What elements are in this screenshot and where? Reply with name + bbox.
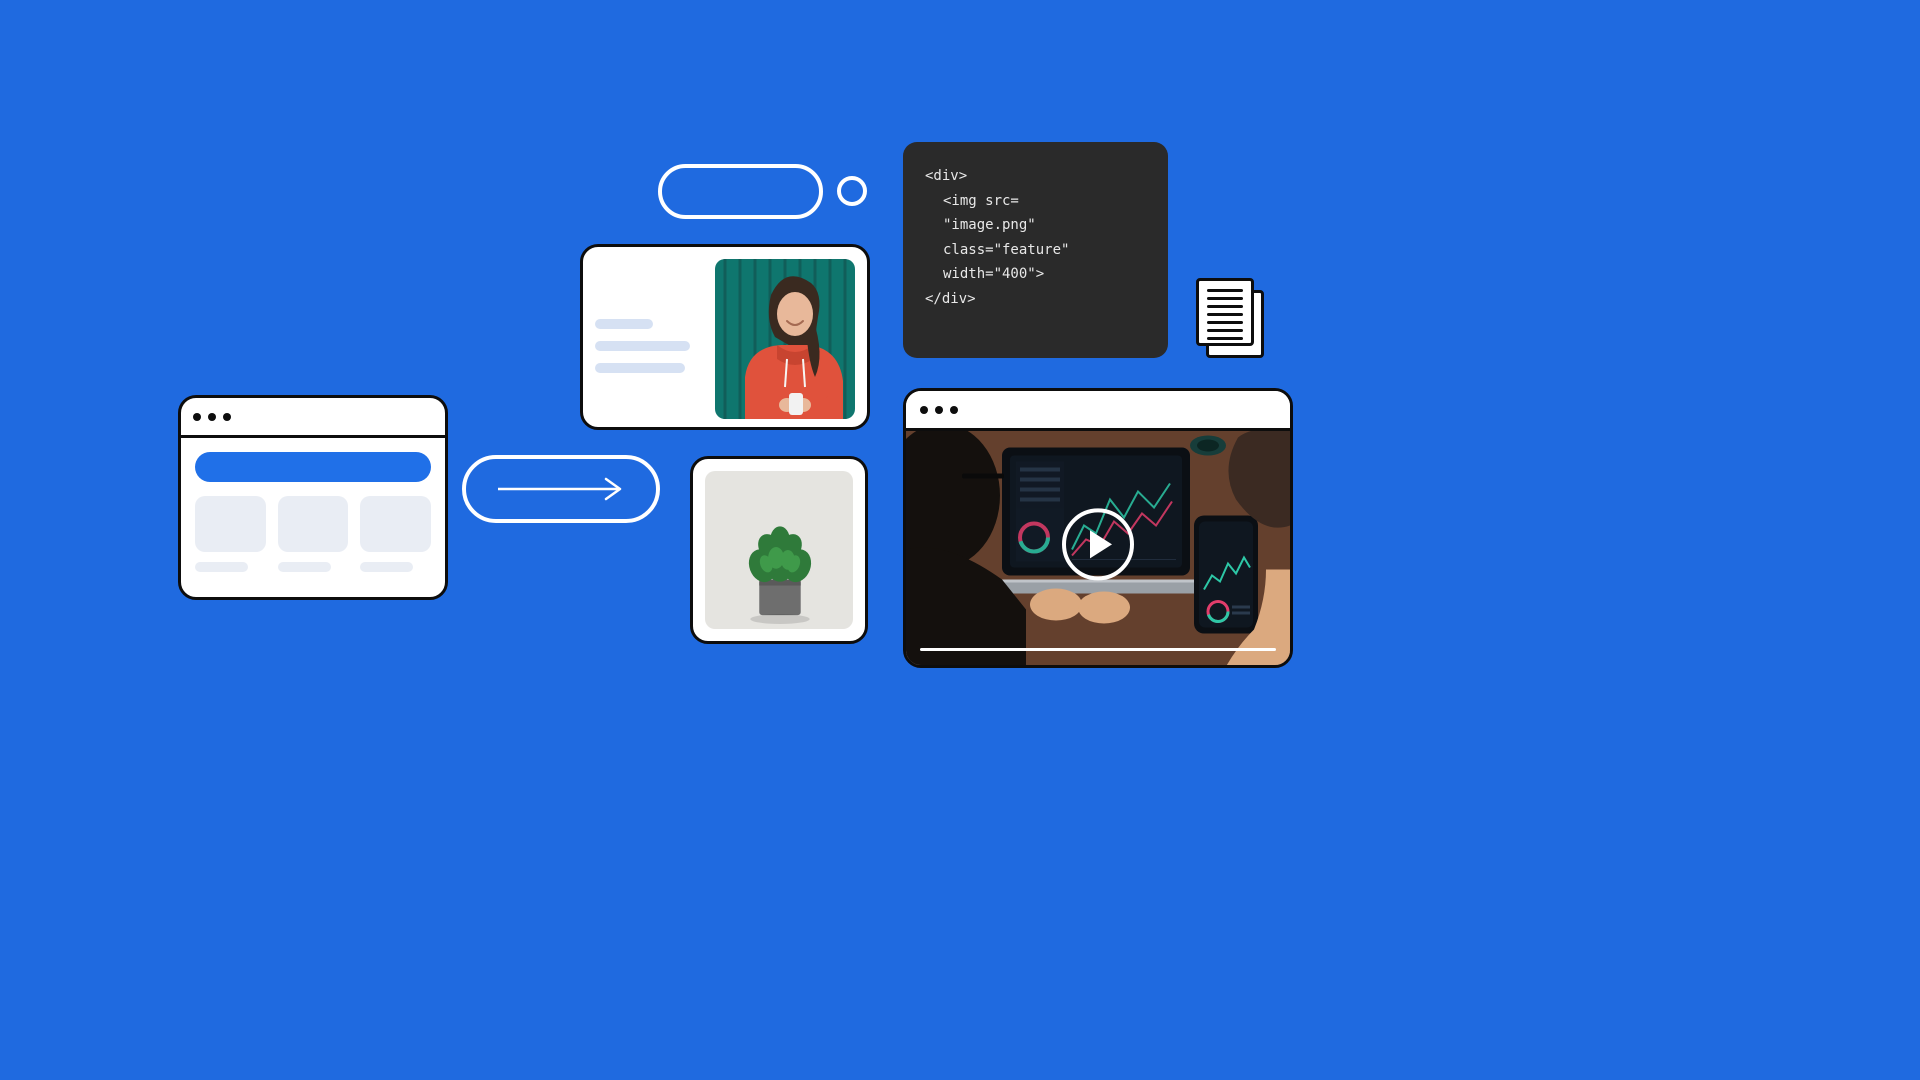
code-line: <div> bbox=[925, 164, 1146, 189]
window-dot-icon bbox=[208, 413, 216, 421]
code-line: </div> bbox=[925, 287, 1146, 312]
hero-placeholder bbox=[195, 452, 431, 482]
video-area bbox=[906, 431, 1290, 665]
play-button-icon bbox=[1062, 508, 1134, 580]
thumb-row bbox=[195, 496, 431, 572]
thumb-item bbox=[195, 496, 266, 572]
doc-line bbox=[1207, 297, 1243, 300]
code-snippet-card: <div> <img src= "image.png" class="featu… bbox=[903, 142, 1168, 358]
plant-illustration bbox=[705, 471, 853, 629]
image-inner bbox=[705, 471, 853, 629]
toggle-knob-shape bbox=[837, 176, 867, 206]
window-dot-icon bbox=[193, 413, 201, 421]
text-placeholder bbox=[595, 319, 653, 329]
toggle-pill-shape bbox=[658, 164, 823, 219]
window-titlebar bbox=[906, 391, 1290, 431]
thumb-item bbox=[278, 496, 349, 572]
window-dot-icon bbox=[935, 406, 943, 414]
content-photo bbox=[715, 259, 855, 419]
text-placeholder bbox=[595, 341, 690, 351]
window-dot-icon bbox=[950, 406, 958, 414]
thumb-text-placeholder bbox=[195, 562, 248, 572]
content-card bbox=[580, 244, 870, 430]
thumb-text-placeholder bbox=[360, 562, 413, 572]
person-photo-illustration bbox=[715, 259, 855, 419]
text-placeholder bbox=[595, 363, 685, 373]
video-browser bbox=[903, 388, 1293, 668]
browser-body bbox=[181, 438, 445, 586]
video-progress-bar bbox=[920, 648, 1276, 651]
code-line: <img src= bbox=[925, 189, 1146, 214]
thumb-image-placeholder bbox=[360, 496, 431, 552]
thumb-text-placeholder bbox=[278, 562, 331, 572]
code-line: "image.png" bbox=[925, 213, 1146, 238]
window-dot-icon bbox=[920, 406, 928, 414]
window-titlebar bbox=[181, 398, 445, 438]
code-line: width="400"> bbox=[925, 262, 1146, 287]
content-text-column bbox=[595, 259, 701, 385]
image-card bbox=[690, 456, 868, 644]
doc-line bbox=[1207, 321, 1243, 324]
code-line: class="feature" bbox=[925, 238, 1146, 263]
thumb-image-placeholder bbox=[195, 496, 266, 552]
document-page-front bbox=[1196, 278, 1254, 346]
doc-line bbox=[1207, 337, 1243, 340]
diagram-canvas: <div> <img src= "image.png" class="featu… bbox=[0, 0, 1512, 850]
doc-line bbox=[1207, 313, 1243, 316]
thumb-item bbox=[360, 496, 431, 572]
doc-line bbox=[1207, 329, 1243, 332]
arrow-right-icon bbox=[496, 477, 626, 501]
doc-line bbox=[1207, 289, 1243, 292]
browser-wireframe bbox=[178, 395, 448, 600]
window-dot-icon bbox=[223, 413, 231, 421]
document-stack-icon bbox=[1196, 278, 1268, 360]
thumb-image-placeholder bbox=[278, 496, 349, 552]
doc-line bbox=[1207, 305, 1243, 308]
arrow-pill bbox=[462, 455, 660, 523]
play-triangle-icon bbox=[1090, 530, 1112, 558]
